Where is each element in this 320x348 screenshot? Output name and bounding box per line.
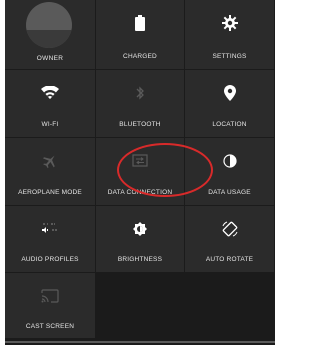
tile-settings-label: SETTINGS [212,53,247,60]
airplane-icon [42,152,58,170]
rotate-icon [221,220,239,238]
pie-icon [222,152,237,170]
tile-owner[interactable]: OWNER [5,0,96,70]
tile-owner-label: OWNER [36,55,64,62]
tile-cast-screen[interactable]: CAST SCREEN [5,273,96,340]
drag-handle[interactable] [5,341,275,343]
gear-icon [221,14,238,32]
data-icon [132,152,148,170]
tile-location-label: LOCATION [212,121,247,128]
quick-settings-grid: OWNER CHARGED SETTINGS WI-FI BLUETOOTH L… [5,0,275,340]
tile-data-connection[interactable]: DATA CONNECTION [96,138,185,206]
brightness-icon [133,220,147,238]
cast-icon [41,287,59,305]
empty-tile [185,273,275,340]
tile-location[interactable]: LOCATION [185,70,275,138]
battery-icon [135,14,145,32]
bluetooth-icon [135,84,145,102]
tile-cast-screen-label: CAST SCREEN [25,323,75,330]
tile-data-usage-label: DATA USAGE [208,189,251,196]
quick-settings-panel: OWNER CHARGED SETTINGS WI-FI BLUETOOTH L… [5,0,275,345]
avatar [26,2,72,48]
tile-brightness-label: BRIGHTNESS [117,256,163,263]
tile-settings[interactable]: SETTINGS [185,0,275,70]
tile-wifi[interactable]: WI-FI [5,70,96,138]
tile-auto-rotate-label: AUTO ROTATE [205,256,254,263]
tile-auto-rotate[interactable]: AUTO ROTATE [185,206,275,273]
tile-wifi-label: WI-FI [41,121,59,128]
tile-data-usage[interactable]: DATA USAGE [185,138,275,206]
tile-audio-profiles[interactable]: AUDIO PROFILES [5,206,96,273]
tile-bluetooth-label: BLUETOOTH [119,121,161,128]
tile-charged-label: CHARGED [123,53,157,60]
tile-aeroplane-mode[interactable]: AEROPLANE MODE [5,138,96,206]
tile-bluetooth[interactable]: BLUETOOTH [96,70,185,138]
tile-data-connection-label: DATA CONNECTION [107,189,173,196]
tile-audio-profiles-label: AUDIO PROFILES [21,256,79,263]
tile-aeroplane-mode-label: AEROPLANE MODE [18,189,82,196]
wifi-icon [41,84,59,102]
audio-profile-icon [41,220,59,238]
tile-brightness[interactable]: BRIGHTNESS [96,206,185,273]
empty-tile [96,273,185,340]
tile-charged[interactable]: CHARGED [96,0,185,70]
location-pin-icon [223,84,236,102]
